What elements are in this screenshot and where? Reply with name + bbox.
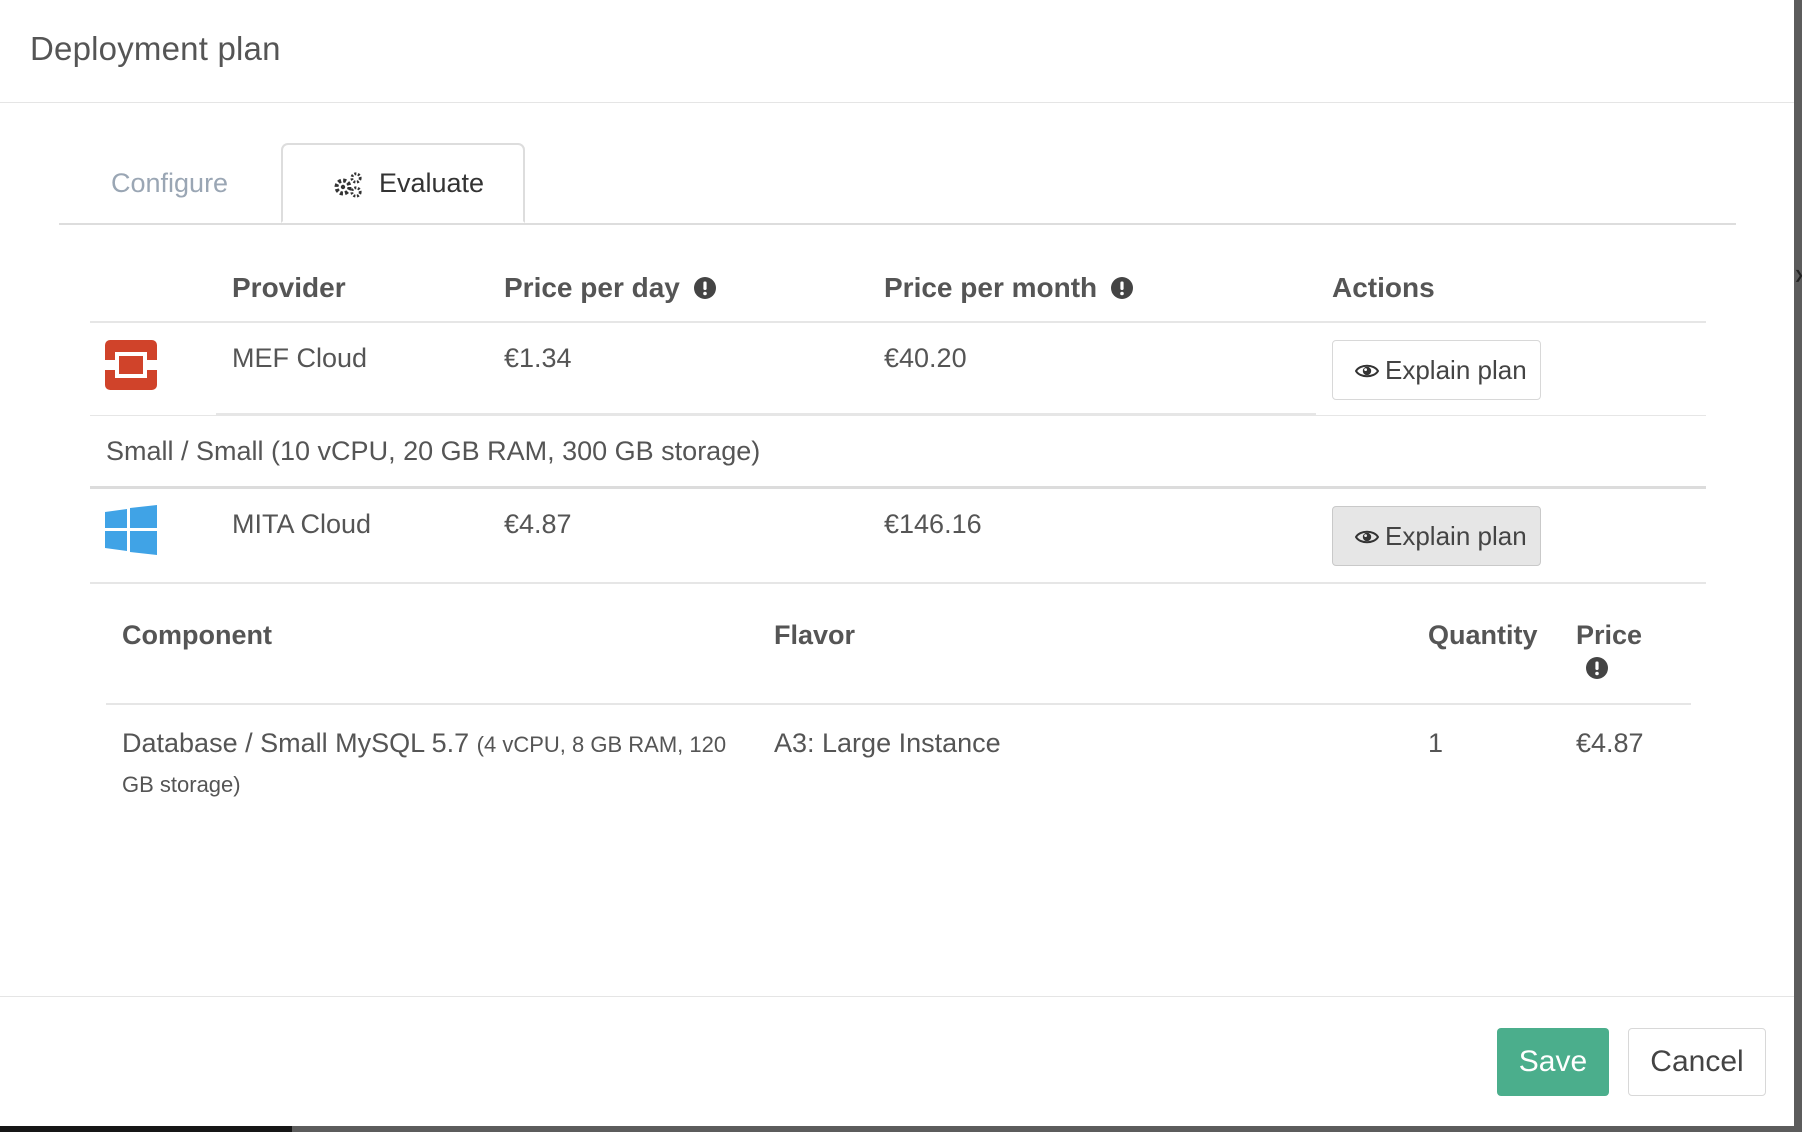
row-price-per-day: €4.87 xyxy=(504,509,572,539)
row-price-per-day: €1.34 xyxy=(504,343,572,373)
tab-evaluate[interactable]: Evaluate xyxy=(281,143,525,223)
table-header-divider xyxy=(90,321,1706,323)
row-provider-name: MITA Cloud xyxy=(232,509,372,539)
row-price-per-month: €40.20 xyxy=(884,343,967,373)
explain-plan-button-mita[interactable]: Explain plan xyxy=(1332,506,1541,566)
modal-title: Deployment plan xyxy=(30,30,281,67)
price-cell: €4.87 xyxy=(1576,728,1644,758)
header-price-label: Price xyxy=(1576,620,1643,650)
info-icon[interactable] xyxy=(1586,657,1608,679)
windows-logo-icon xyxy=(105,505,157,555)
header-quantity: Quantity xyxy=(1428,620,1538,650)
eye-icon xyxy=(1355,364,1379,378)
eye-icon xyxy=(1355,530,1379,544)
provider-plan-summary: Small / Small (10 vCPU, 20 GB RAM, 300 G… xyxy=(106,436,761,466)
tab-configure[interactable]: Configure xyxy=(111,143,228,223)
backdrop-chevron-icon: ❯ xyxy=(1794,268,1802,282)
header-price-per-month: Price per month xyxy=(884,272,1134,304)
header-price: Price xyxy=(1576,620,1642,679)
tab-bar: Configure Evaluate xyxy=(59,143,1736,225)
header-component: Component xyxy=(122,620,272,650)
backdrop-bottom-strip xyxy=(0,1126,1802,1132)
info-icon[interactable] xyxy=(1111,277,1134,299)
deployment-plan-modal: Deployment plan Configure Evaluate Provi… xyxy=(0,0,1794,1126)
explain-plan-label: Explain plan xyxy=(1385,521,1527,551)
row-price-per-month: €146.16 xyxy=(884,509,982,539)
backdrop-dark-segment xyxy=(0,1126,292,1132)
header-flavor: Flavor xyxy=(774,620,856,650)
row-provider-name: MEF Cloud xyxy=(232,343,368,373)
row-divider xyxy=(90,486,1706,489)
header-price-per-day-label: Price per day xyxy=(504,272,680,303)
cancel-button[interactable]: Cancel xyxy=(1628,1028,1766,1096)
quantity-cell: 1 xyxy=(1428,728,1444,758)
modal-footer-divider xyxy=(0,996,1794,997)
header-price-per-day: Price per day xyxy=(504,272,716,304)
row-divider-light xyxy=(90,415,1706,416)
component-cell: Database / Small MySQL 5.7 (4 vCPU, 8 GB… xyxy=(122,724,742,804)
component-spec: (4 vCPU, 8 GB RAM, 120 xyxy=(476,732,727,757)
component-name: Database / Small MySQL 5.7 xyxy=(122,728,470,758)
component-spec-continued: GB storage) xyxy=(122,772,241,797)
explain-plan-button-mef[interactable]: Explain plan xyxy=(1332,340,1541,400)
info-icon[interactable] xyxy=(693,277,716,299)
tab-evaluate-label: Evaluate xyxy=(379,168,485,198)
gears-icon xyxy=(334,172,362,198)
row-divider xyxy=(90,582,1706,584)
header-price-per-month-label: Price per month xyxy=(884,272,1098,303)
header-actions: Actions xyxy=(1332,272,1435,303)
save-button[interactable]: Save xyxy=(1497,1028,1609,1096)
detail-header-divider xyxy=(106,703,1691,705)
header-provider: Provider xyxy=(232,272,346,303)
explain-plan-label: Explain plan xyxy=(1385,355,1527,385)
backdrop-overlay xyxy=(1794,0,1802,1132)
modal-header: Deployment plan xyxy=(0,0,1794,103)
flavor-cell: A3: Large Instance xyxy=(774,728,1001,758)
openstack-logo-icon xyxy=(105,340,157,390)
